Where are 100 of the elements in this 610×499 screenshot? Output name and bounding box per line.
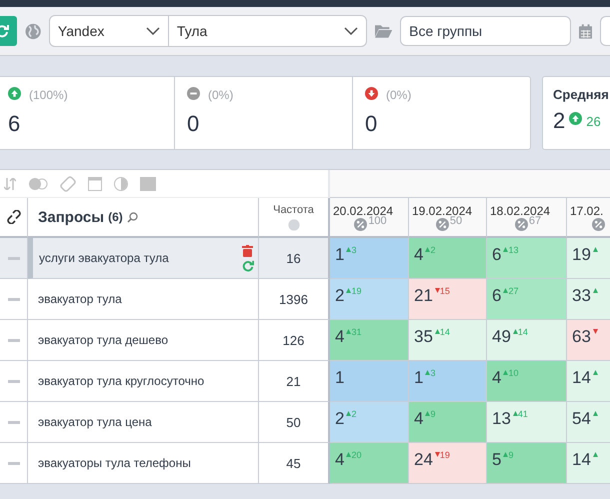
query-text: услуги эвакуатора тула [39,251,169,265]
arrow-up-icon [346,329,352,334]
average-change: 26 [586,114,601,128]
window-icon[interactable] [88,176,102,190]
frequency-value: 21 [286,374,301,388]
date-header: 20.02.2024 [333,204,394,218]
arrow-up-icon [503,370,508,375]
frequency-value: 50 [286,414,301,430]
change-value: 31 [351,327,362,337]
arrow-up-icon [512,411,518,416]
percent-text: (100%) [29,88,68,102]
change-value: 3 [351,245,356,255]
query-text: эвакуатор тула дешево [38,333,168,347]
change-value: 20 [351,450,362,460]
arrow-up-icon [346,288,352,293]
arrow-up-icon [503,247,508,252]
change-value: 41 [518,409,528,419]
stat-value: 0 [187,111,200,137]
queries-header: Запросы [38,208,104,226]
date-header: 18.02.2024 [490,204,550,218]
minus-icon[interactable] [8,256,20,260]
query-text: эвакуаторы тула телефоны [38,456,191,470]
arrow-up-icon [346,411,352,416]
position-cell: 54 [567,402,610,443]
change-value: 14 [518,327,528,337]
position-cell: 14 [567,361,610,402]
position-cell: 4 31 [330,320,409,361]
position-cell: 6 27 [487,279,567,320]
minus-icon[interactable] [8,462,20,464]
group-field[interactable]: Все группы [400,16,572,46]
change-value: 10 [508,368,518,378]
arrow-down-icon [365,87,378,100]
frequency-value: 1396 [279,292,308,306]
arrow-up-icon [8,87,21,100]
arrow-up-icon [512,329,518,334]
change-value: 2 [430,245,436,255]
position-cell: 24 19 [409,443,487,484]
change-value: 3 [430,368,436,378]
minus-icon[interactable] [8,298,20,300]
position-cell: 2 19 [330,279,409,320]
change-value: 15 [440,286,450,296]
query-text: эвакуатор тула [38,292,122,306]
arrow-up-icon [425,247,430,252]
percent-icon [514,218,528,230]
position-cell: 21 15 [409,279,487,320]
minus-icon[interactable] [8,380,20,382]
search-icon[interactable] [126,212,138,222]
change-value: 27 [508,286,518,296]
arrow-up-icon [434,329,440,334]
frequency-value: 126 [282,332,304,348]
arrow-up-icon [346,247,352,252]
average-title: Средняя [553,87,609,102]
percent-value: 50 [450,214,462,226]
position-cell: 4 2 [409,238,487,279]
trash-icon[interactable] [242,244,253,256]
arrow-up-icon [569,112,582,125]
refresh-icon[interactable] [242,260,254,272]
frequency-value: 16 [286,250,301,266]
change-value: 9 [430,409,436,419]
stat-value: 6 [8,111,22,137]
position-cell: 13 41 [487,402,567,443]
query-text: эвакуатор тула цена [38,415,152,429]
arrow-up-icon [592,370,598,375]
arrow-up-icon [425,411,430,416]
percent-value: 67 [528,214,542,226]
change-value: 19 [440,450,450,460]
frequency-value: 45 [286,456,301,470]
frequency-header: Частота [273,204,314,216]
sort-icon[interactable] [4,178,16,190]
position-cell: 1 3 [409,361,487,402]
minus-icon[interactable] [8,420,20,424]
arrow-up-icon [592,288,598,293]
position-cell: 4 10 [487,361,567,402]
arrow-down-icon [434,288,440,293]
position-cell: 4 20 [330,443,409,484]
position-cell: 33 [567,279,610,320]
position-cell: 6 13 [487,238,567,279]
arrow-down-icon [592,329,598,334]
position-cell: 63 [567,320,610,361]
stat-value: 0 [365,111,378,137]
position-cell: 1 [330,361,409,402]
folder-icon [374,24,392,38]
percent-icon [592,218,604,230]
average-value: 2 [553,108,566,134]
percent-icon [354,218,368,230]
change-value: 2 [351,409,356,419]
arrow-up-icon [503,288,508,293]
minus-icon[interactable] [8,338,20,342]
position-cell: 2 2 [330,402,409,443]
query-text: эвакуатор тула круглосуточно [38,374,204,388]
position-cell: 1 3 [330,238,409,279]
toggle-icon[interactable] [28,178,48,190]
change-value: 14 [440,327,450,337]
arrow-down-icon [434,452,440,457]
change-value: 13 [508,245,518,255]
contrast-icon[interactable] [114,176,128,190]
position-cell: 4 9 [409,402,487,443]
percent-icon [436,218,449,230]
position-cell: 19 [567,238,610,279]
date-field[interactable] [600,16,610,46]
